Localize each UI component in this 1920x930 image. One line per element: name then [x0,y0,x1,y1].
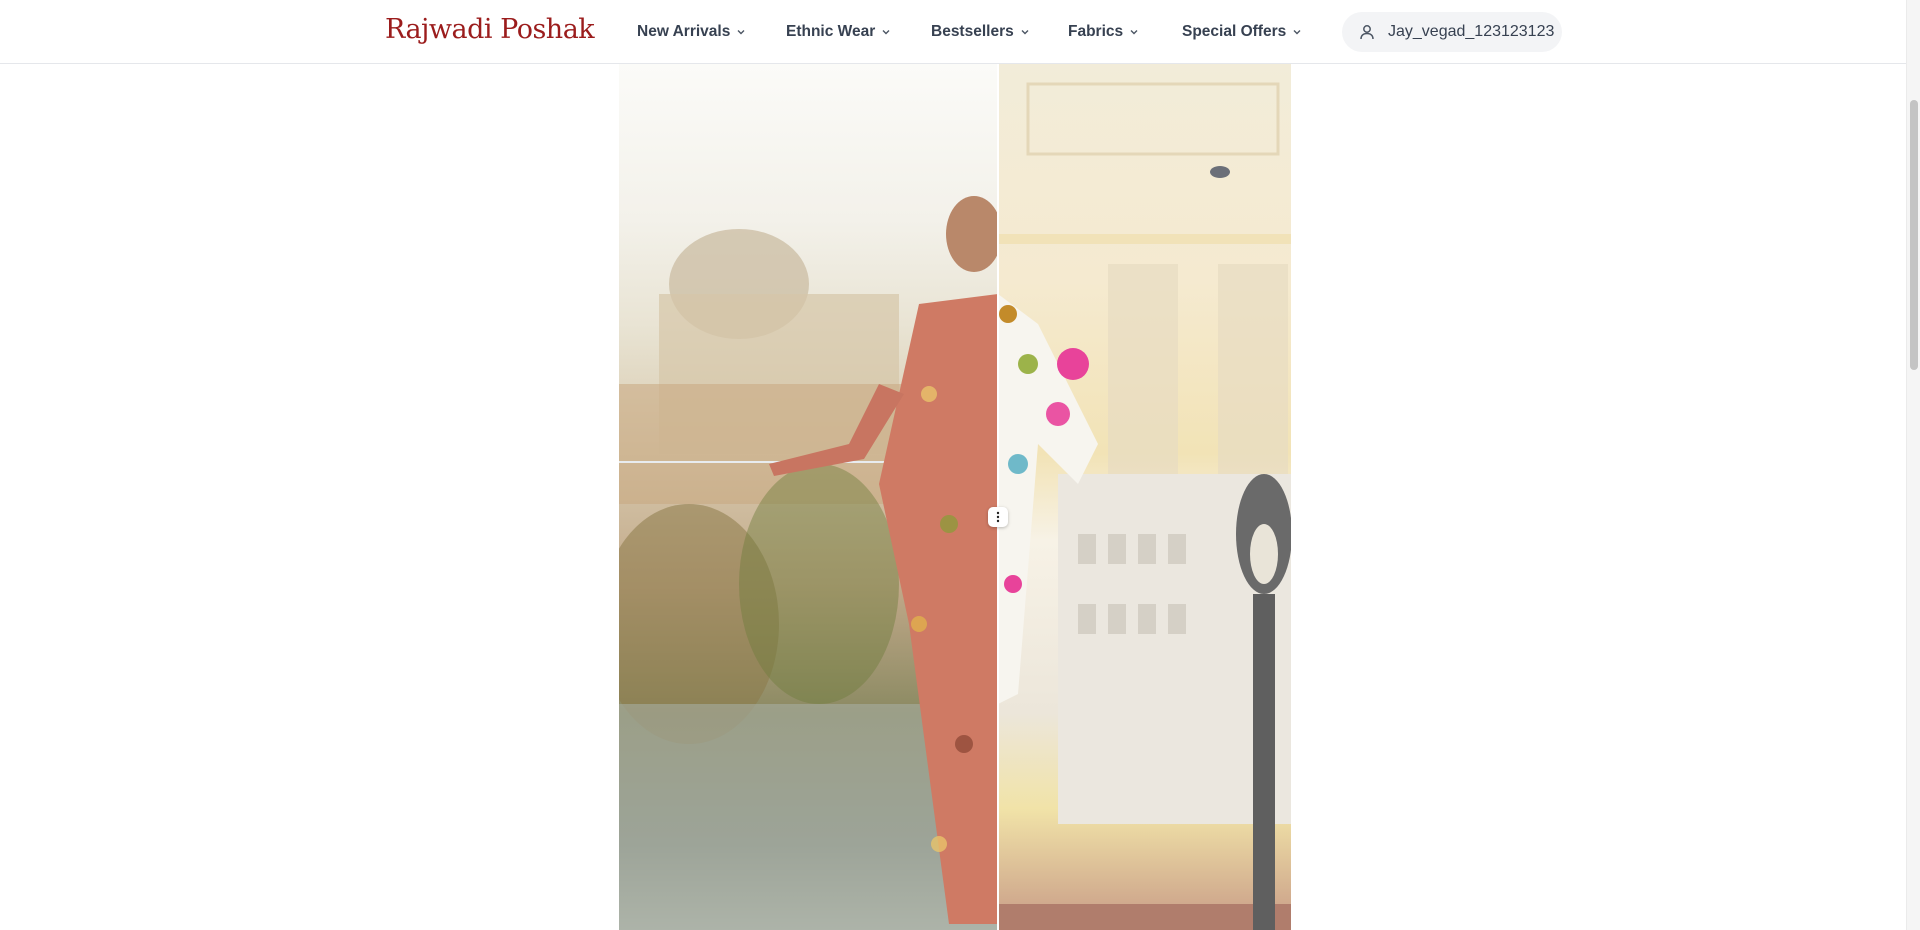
compare-divider-line [997,64,999,930]
nav-special-offers[interactable]: Special Offers [1182,21,1302,43]
top-navbar: Rajwadi Poshak New Arrivals Ethnic Wear … [0,0,1906,64]
nav-new-arrivals[interactable]: New Arrivals [637,21,746,43]
chevron-down-icon [882,30,890,35]
nav-label: Special Offers [1182,23,1287,40]
page-scrollbar[interactable] [1906,0,1920,930]
scrollbar-thumb[interactable] [1910,100,1918,370]
after-image [998,64,1291,930]
compare-drag-handle[interactable] [988,507,1008,527]
nav-label: New Arrivals [637,23,731,40]
chevron-down-icon [1021,30,1029,35]
nav-ethnic-wear[interactable]: Ethnic Wear [786,21,891,43]
image-compare-slider[interactable] [619,64,1291,930]
white-floral-outfit-illustration [998,82,1291,930]
coral-outfit-illustration [619,196,998,930]
chevron-down-icon [1293,30,1301,35]
brand-logo[interactable]: Rajwadi Poshak [385,14,595,45]
chevron-down-icon [737,30,745,35]
vertical-dots-icon [996,511,1000,523]
nav-fabrics[interactable]: Fabrics [1068,21,1139,43]
before-image [619,64,998,930]
user-icon [1360,25,1374,40]
chevron-down-icon [1130,30,1138,35]
nav-label: Ethnic Wear [786,23,876,40]
nav-label: Bestsellers [931,23,1014,40]
nav-bestsellers[interactable]: Bestsellers [931,21,1030,43]
user-account-button[interactable]: Jay_vegad_123123123 [1342,12,1562,52]
username-label: Jay_vegad_123123123 [1388,23,1555,40]
nav-label: Fabrics [1068,23,1124,40]
